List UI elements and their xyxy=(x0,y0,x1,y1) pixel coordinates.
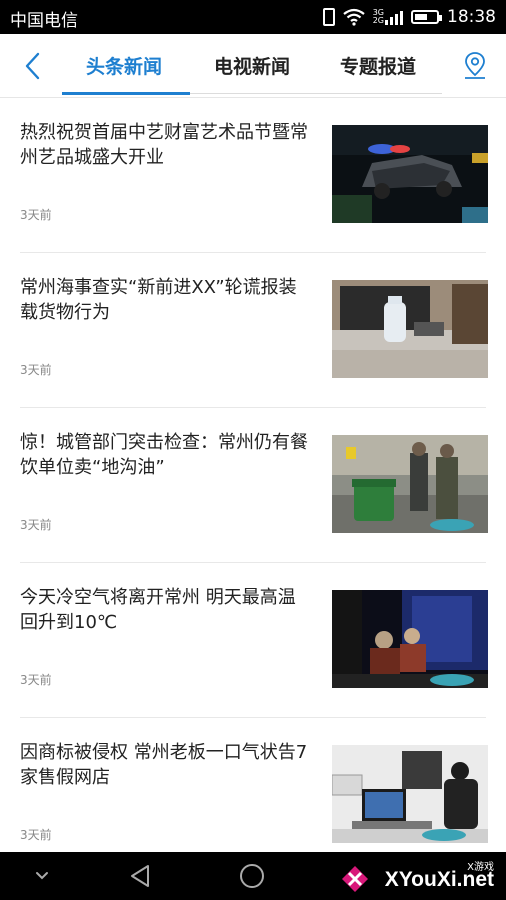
back-triangle-icon[interactable] xyxy=(126,862,154,890)
news-title[interactable]: 热烈祝贺首届中艺财富艺术品节暨常州艺品城盛大开业 xyxy=(20,120,310,170)
news-title[interactable]: 因商标被侵权 常州老板一口气状告7家售假网店 xyxy=(20,740,310,790)
tab-tv-news[interactable]: 电视新闻 xyxy=(214,52,290,79)
news-item[interactable]: 热烈祝贺首届中艺财富艺术品节暨常州艺品城盛大开业 3天前 xyxy=(0,98,506,253)
home-circle-icon[interactable] xyxy=(238,862,266,890)
signal-icon xyxy=(385,9,403,25)
system-nav-bar: X游戏 XYouXi.net xyxy=(0,852,506,900)
watermark: X游戏 XYouXi.net xyxy=(340,858,500,898)
news-time: 3天前 xyxy=(20,363,52,377)
news-time: 3天前 xyxy=(20,673,52,687)
back-chevron-icon[interactable] xyxy=(18,48,50,84)
news-title[interactable]: 常州海事查实“新前进XX”轮谎报装载货物行为 xyxy=(20,275,310,325)
news-title[interactable]: 今天冷空气将离开常州 明天最高温回升到10℃ xyxy=(20,585,310,635)
news-item[interactable]: 常州海事查实“新前进XX”轮谎报装载货物行为 3天前 xyxy=(0,253,506,408)
news-thumbnail[interactable] xyxy=(332,280,488,378)
status-bar: 中国电信 3G 2G 18:38 xyxy=(0,0,506,34)
down-chevron-icon[interactable] xyxy=(34,868,50,884)
location-pin-icon[interactable] xyxy=(462,50,488,82)
tab-headlines[interactable]: 头条新闻 xyxy=(86,52,162,79)
battery-icon xyxy=(411,10,442,24)
news-thumbnail[interactable] xyxy=(332,435,488,533)
active-tab-indicator xyxy=(62,92,190,95)
tab-divider xyxy=(190,93,442,94)
news-item[interactable]: 惊！城管部门突击检查：常州仍有餐饮单位卖“地沟油” 3天前 xyxy=(0,408,506,563)
news-thumbnail[interactable] xyxy=(332,125,488,223)
news-thumbnail[interactable] xyxy=(332,745,488,843)
top-navigation: 头条新闻 电视新闻 专题报道 xyxy=(0,34,506,98)
tab-special-reports[interactable]: 专题报道 xyxy=(340,52,416,79)
news-time: 3天前 xyxy=(20,208,52,222)
news-item[interactable]: 因商标被侵权 常州老板一口气状告7家售假网店 3天前 xyxy=(0,718,506,873)
news-time: 3天前 xyxy=(20,518,52,532)
news-title[interactable]: 惊！城管部门突击检查：常州仍有餐饮单位卖“地沟油” xyxy=(20,430,310,480)
wifi-icon xyxy=(343,8,365,26)
vibrate-icon xyxy=(322,8,335,26)
news-time: 3天前 xyxy=(20,828,52,842)
watermark-text: XYouXi.net xyxy=(384,868,494,891)
watermark-logo-icon xyxy=(342,866,368,892)
carrier-name: 中国电信 xyxy=(10,11,78,31)
news-thumbnail[interactable] xyxy=(332,590,488,688)
network-type-label: 3G 2G xyxy=(372,8,384,25)
clock: 18:38 xyxy=(447,7,496,27)
news-item[interactable]: 今天冷空气将离开常州 明天最高温回升到10℃ 3天前 xyxy=(0,563,506,718)
news-list: 热烈祝贺首届中艺财富艺术品节暨常州艺品城盛大开业 3天前 常州海事查实“新前进X… xyxy=(0,98,506,873)
